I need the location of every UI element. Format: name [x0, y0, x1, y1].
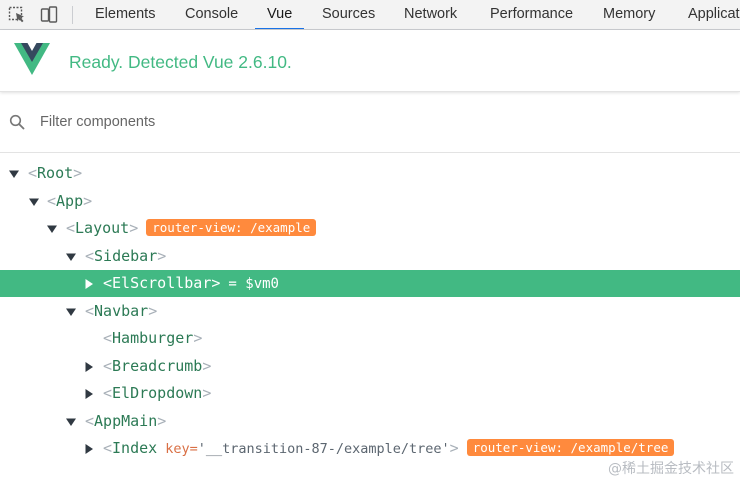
expand-arrow-right-icon[interactable]: [83, 380, 95, 407]
tree-row-layout[interactable]: <Layout> router-view: /example: [0, 215, 740, 242]
tree-row-hamburger[interactable]: <Hamburger>: [0, 325, 740, 352]
tree-row-appmain[interactable]: <AppMain>: [0, 408, 740, 435]
router-view-badge: router-view: /example: [146, 219, 317, 236]
component-node: <Layout> router-view: /example: [66, 215, 317, 242]
vm-reference: = $vm0: [228, 276, 279, 292]
tree-row-root[interactable]: <Root>: [0, 160, 740, 187]
vue-devtools-header: Ready. Detected Vue 2.6.10.: [0, 30, 740, 92]
tree-row-eldropdown[interactable]: <ElDropdown>: [0, 380, 740, 407]
search-icon: [9, 114, 25, 135]
vue-logo-icon: [14, 42, 50, 81]
tab-memory[interactable]: Memory: [603, 0, 655, 29]
component-node: <AppMain>: [85, 412, 167, 430]
expand-arrow-down-icon[interactable]: [65, 243, 77, 270]
tab-sources[interactable]: Sources: [322, 0, 375, 29]
device-toolbar-icon[interactable]: [38, 0, 60, 29]
inspect-icon[interactable]: [6, 0, 28, 29]
expand-arrow-down-icon[interactable]: [46, 215, 58, 242]
tree-row-navbar[interactable]: <Navbar>: [0, 298, 740, 325]
tree-row-elscrollbar[interactable]: <ElScrollbar> = $vm0: [0, 270, 740, 297]
tab-vue[interactable]: Vue: [254, 0, 305, 29]
expand-arrow-right-icon[interactable]: [83, 353, 95, 380]
tab-network[interactable]: Network: [404, 0, 457, 29]
tab-application[interactable]: Applicat: [688, 0, 740, 29]
component-node: <Index key='__transition-87-/example/tree…: [103, 435, 675, 463]
watermark: @稀土掘金技术社区: [608, 461, 734, 477]
expand-arrow-down-icon[interactable]: [65, 298, 77, 325]
expand-arrow-right-icon[interactable]: [83, 435, 95, 462]
tree-row-sidebar[interactable]: <Sidebar>: [0, 243, 740, 270]
tab-performance[interactable]: Performance: [490, 0, 573, 29]
component-node: <ElScrollbar> = $vm0: [103, 274, 279, 292]
filter-bar: [0, 93, 740, 153]
component-node: <Root>: [28, 164, 83, 182]
component-node: <Hamburger>: [103, 329, 203, 347]
expand-arrow-down-icon[interactable]: [8, 160, 20, 187]
component-node: <App>: [47, 192, 93, 210]
key-attribute-name: key=: [165, 441, 198, 457]
component-node: <Sidebar>: [85, 247, 167, 265]
tab-elements[interactable]: Elements: [95, 0, 155, 29]
devtools-tabbar: Elements Console Vue Sources Network Per…: [0, 0, 740, 30]
component-node: <Breadcrumb>: [103, 357, 212, 375]
router-view-badge: router-view: /example/tree: [466, 439, 675, 456]
toolbar-divider: [72, 6, 73, 24]
expand-arrow-down-icon[interactable]: [28, 188, 40, 215]
tree-row-breadcrumb[interactable]: <Breadcrumb>: [0, 353, 740, 380]
expand-arrow-down-icon[interactable]: [65, 408, 77, 435]
filter-components-input[interactable]: [40, 107, 700, 137]
expand-arrow-right-icon[interactable]: [83, 270, 95, 297]
tree-row-app[interactable]: <App>: [0, 188, 740, 215]
key-attribute-value: '__transition-87-/example/tree': [197, 441, 450, 457]
component-node: <Navbar>: [85, 302, 158, 320]
tab-console[interactable]: Console: [185, 0, 238, 29]
vue-detection-status: Ready. Detected Vue 2.6.10.: [69, 52, 292, 72]
component-node: <ElDropdown>: [103, 384, 212, 402]
